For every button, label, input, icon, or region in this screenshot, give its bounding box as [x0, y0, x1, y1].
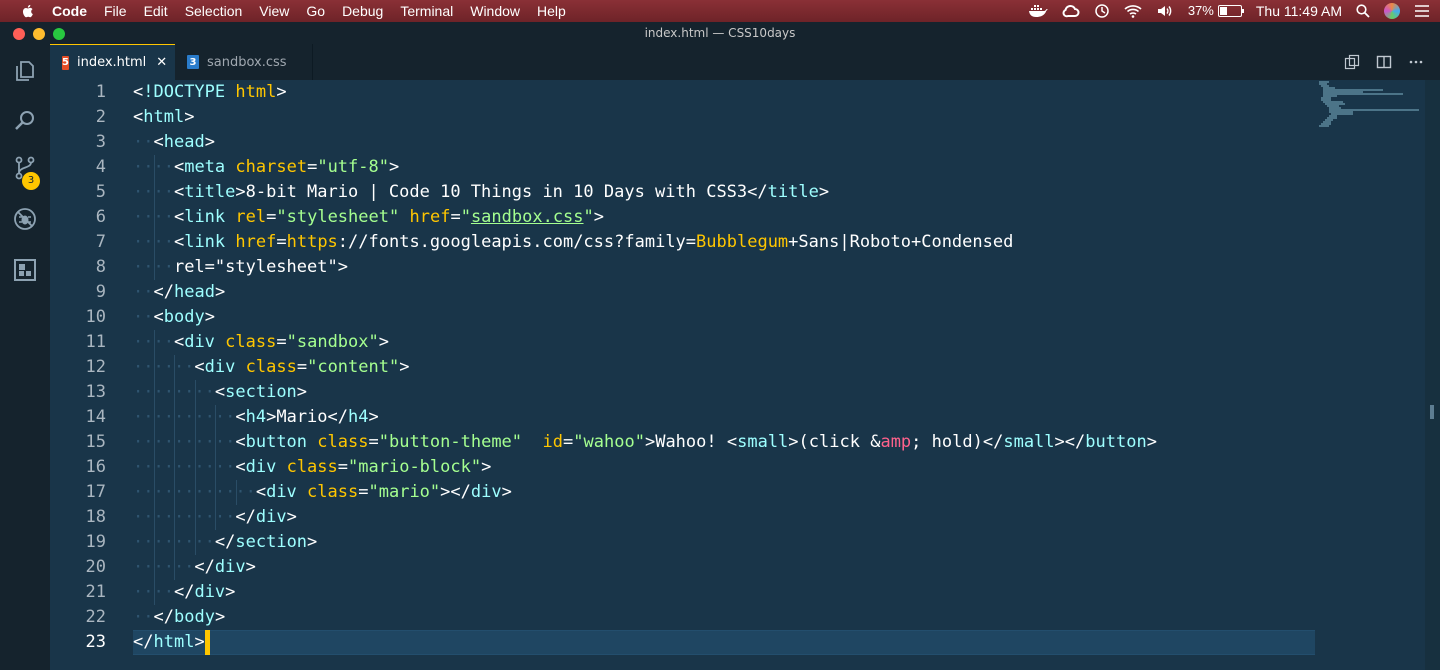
code-line: ····</div> — [133, 582, 236, 602]
line-number: 13 — [85, 382, 106, 402]
html5-icon: 5 — [62, 55, 69, 70]
line-number: 21 — [85, 582, 106, 602]
line-number: 14 — [85, 407, 106, 427]
source-control-badge: 3 — [22, 172, 40, 190]
line-number: 9 — [95, 282, 106, 302]
line-number: 12 — [85, 357, 106, 377]
explorer-icon[interactable] — [13, 59, 37, 83]
notification-center-icon[interactable] — [1414, 4, 1430, 18]
code-line: ····<link href=https://fonts.googleapis.… — [133, 232, 1014, 252]
menu-selection[interactable]: Selection — [185, 0, 243, 22]
code-line: <!DOCTYPE html> — [133, 82, 287, 102]
battery-status[interactable]: 37% — [1187, 0, 1244, 22]
menu-file[interactable]: File — [104, 0, 127, 22]
creative-cloud-icon[interactable] — [1062, 4, 1080, 18]
apple-icon[interactable] — [20, 3, 36, 19]
macos-menu-bar: Code File Edit Selection View Go Debug T… — [0, 0, 1440, 22]
menu-go[interactable]: Go — [306, 0, 325, 22]
scrollbar-thumb[interactable] — [1430, 405, 1434, 419]
line-number: 4 — [95, 157, 106, 177]
code-line: ········<section> — [133, 382, 308, 402]
line-number: 16 — [85, 457, 106, 477]
tab-label: sandbox.css — [207, 54, 287, 70]
window-title: index.html — CSS10days — [644, 26, 796, 40]
line-number: 10 — [85, 307, 106, 327]
split-editor-icon[interactable] — [1376, 54, 1392, 70]
line-number: 22 — [85, 607, 106, 627]
line-number: 2 — [95, 107, 106, 127]
editor-actions — [1344, 44, 1440, 80]
code-line: ····<title>8-bit Mario | Code 10 Things … — [133, 182, 830, 202]
code-line: ··········<div class="mario-block"> — [133, 457, 492, 477]
line-number: 8 — [95, 257, 106, 277]
line-number: 15 — [85, 432, 106, 452]
code-line: ····rel="stylesheet"> — [133, 257, 348, 277]
menu-view[interactable]: View — [259, 0, 289, 22]
line-number: 18 — [85, 507, 106, 527]
battery-percent: 37% — [1187, 3, 1214, 18]
code-line: ··<head> — [133, 132, 215, 152]
window-maximize-button[interactable] — [53, 28, 65, 40]
code-line: ············<div class="mario"></div> — [133, 482, 512, 502]
tab-label: index.html — [76, 55, 147, 70]
battery-icon — [1217, 5, 1244, 17]
vertical-scrollbar[interactable] — [1425, 80, 1440, 670]
line-number: 7 — [95, 232, 106, 252]
css3-icon: 3 — [187, 55, 199, 69]
menu-edit[interactable]: Edit — [144, 0, 168, 22]
window-minimize-button[interactable] — [33, 28, 45, 40]
extensions-icon[interactable] — [13, 258, 37, 282]
line-number: 20 — [85, 557, 106, 577]
wifi-icon[interactable] — [1124, 4, 1142, 18]
open-changes-icon[interactable] — [1344, 54, 1360, 70]
siri-icon[interactable] — [1384, 3, 1400, 19]
line-number: 23 — [85, 632, 106, 652]
code-line: </html> — [133, 630, 210, 655]
code-line: ··<body> — [133, 307, 215, 327]
tab-sandbox-css[interactable]: 3 sandbox.css — [175, 44, 313, 80]
minimap[interactable] — [1315, 80, 1425, 130]
current-line-highlight — [133, 630, 1315, 655]
code-line: ····<div class="sandbox"> — [133, 332, 390, 352]
time-machine-icon[interactable] — [1094, 3, 1110, 19]
line-number: 3 — [95, 132, 106, 152]
tab-index-html[interactable]: 5 index.html ✕ — [50, 44, 175, 80]
activity-bar: 3 — [0, 44, 50, 670]
menu-debug[interactable]: Debug — [342, 0, 383, 22]
window-close-button[interactable] — [13, 28, 25, 40]
menu-terminal[interactable]: Terminal — [400, 0, 453, 22]
line-number: 1 — [95, 82, 106, 102]
editor-tab-bar: 5 index.html ✕ 3 sandbox.css — [50, 44, 1440, 80]
spotlight-search-icon[interactable] — [1356, 4, 1370, 18]
line-number: 6 — [95, 207, 106, 227]
line-number: 19 — [85, 532, 106, 552]
debug-icon[interactable] — [13, 207, 37, 231]
code-line: ····<link rel="stylesheet" href="sandbox… — [133, 207, 605, 227]
code-line: ········</section> — [133, 532, 318, 552]
window-title-bar: index.html — CSS10days — [0, 22, 1440, 44]
volume-icon[interactable] — [1156, 4, 1174, 18]
line-number: 5 — [95, 182, 106, 202]
docker-icon[interactable] — [1028, 4, 1048, 18]
code-editor[interactable]: 1 2 3 4 5 6 7 8 9 10 11 12 13 14 15 16 17 18 19 20 21 22 23 <!… — [50, 80, 1440, 670]
code-line: ··</body> — [133, 607, 226, 627]
more-actions-icon[interactable] — [1408, 54, 1424, 70]
code-line: ··········<h4>Mario</h4> — [133, 407, 379, 427]
search-icon[interactable] — [13, 108, 37, 132]
line-number: 17 — [85, 482, 106, 502]
menu-window[interactable]: Window — [470, 0, 520, 22]
code-line: ····<meta charset="utf-8"> — [133, 157, 400, 177]
code-line: <html> — [133, 107, 195, 127]
menu-app-name[interactable]: Code — [52, 0, 87, 22]
text-cursor — [204, 630, 210, 655]
code-line: ··········</div> — [133, 507, 297, 527]
menu-help[interactable]: Help — [537, 0, 566, 22]
close-icon[interactable]: ✕ — [156, 55, 167, 70]
line-number: 11 — [85, 332, 106, 352]
code-line: ······</div> — [133, 557, 256, 577]
code-line: ······<div class="content"> — [133, 357, 410, 377]
code-line: ··</head> — [133, 282, 226, 302]
code-line: ··········<button class="button-theme" i… — [133, 432, 1157, 452]
menu-clock[interactable]: Thu 11:49 AM — [1256, 0, 1342, 22]
